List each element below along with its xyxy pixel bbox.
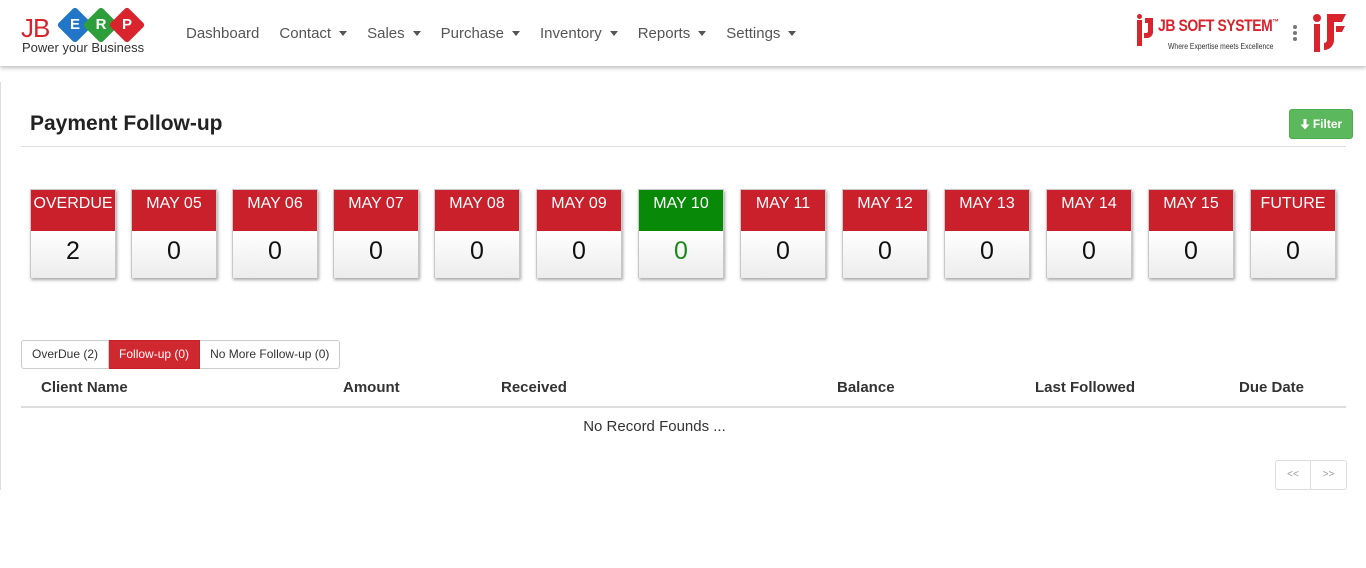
date-card-may-06[interactable]: MAY 06 0 [232, 189, 318, 278]
nav-label: Reports [637, 24, 691, 42]
card-label: MAY 15 [1149, 190, 1233, 231]
filter-label: Filter [1312, 117, 1343, 131]
card-label: FUTURE [1251, 190, 1335, 231]
nav-label: Sales [367, 24, 405, 42]
caret-down-icon [788, 30, 797, 36]
follow-up-tabs: OverDue (2) Follow-up (0) No More Follow… [21, 340, 341, 369]
card-label: MAY 14 [1047, 190, 1131, 231]
kebab-vertical-icon[interactable] [1291, 24, 1299, 44]
date-card-future[interactable]: FUTURE 0 [1250, 189, 1336, 278]
column-last-followed[interactable]: Last Followed [1035, 379, 1135, 396]
nav-settings[interactable]: Settings [726, 24, 797, 42]
company-logo: JB SOFT SYSTEM™ Where Expertise meets Ex… [1136, 12, 1279, 54]
title-divider [21, 146, 1346, 147]
caret-down-icon [412, 30, 421, 36]
pagination: << >> [1275, 460, 1347, 490]
card-count: 0 [1047, 231, 1131, 278]
card-count: 0 [945, 231, 1029, 278]
card-count: 0 [1149, 231, 1233, 278]
top-navbar: JB E R P Power your Business Dashboard C… [0, 0, 1366, 66]
card-count: 0 [132, 231, 216, 278]
date-card-may-09[interactable]: MAY 09 0 [536, 189, 622, 278]
next-page-button[interactable]: >> [1311, 460, 1347, 490]
content-border [0, 82, 1, 490]
caret-down-icon [512, 30, 520, 36]
card-count: 0 [639, 231, 723, 278]
date-card-may-08[interactable]: MAY 08 0 [434, 189, 520, 278]
date-card-may-07[interactable]: MAY 07 0 [333, 189, 419, 278]
nav-inventory[interactable]: Inventory [540, 25, 618, 42]
card-count: 0 [334, 231, 418, 278]
card-label: MAY 09 [537, 190, 621, 231]
column-received[interactable]: Received [501, 379, 567, 396]
card-count: 0 [1251, 231, 1335, 278]
arrow-down-icon [1300, 118, 1310, 129]
card-count: 0 [537, 231, 621, 278]
card-count: 0 [741, 231, 825, 278]
card-count: 0 [435, 231, 519, 278]
card-label: MAY 05 [132, 190, 216, 231]
card-label: MAY 12 [843, 190, 927, 231]
tab-overdue[interactable]: OverDue (2) [21, 340, 110, 369]
card-count: 2 [31, 231, 115, 278]
company-tagline: Where Expertise meets Excellence [1168, 42, 1274, 51]
tab-follow-up[interactable]: Follow-up (0) [109, 340, 201, 369]
caret-down-icon [698, 30, 707, 36]
card-label: MAY 13 [945, 190, 1029, 231]
card-label: OVERDUE [31, 190, 115, 231]
date-card-overdue[interactable]: OVERDUE 2 [30, 189, 116, 278]
user-avatar-logo[interactable] [1311, 12, 1349, 54]
company-name: JB SOFT SYSTEM™ [1158, 16, 1279, 35]
date-card-may-10[interactable]: MAY 10 0 [638, 189, 724, 278]
card-label: MAY 11 [741, 190, 825, 231]
column-amount[interactable]: Amount [343, 379, 400, 396]
brand-tagline: Power your Business [22, 40, 145, 55]
card-count: 0 [843, 231, 927, 278]
nav-label: Contact [279, 24, 332, 42]
nav-label: Dashboard [186, 24, 260, 42]
nav-label: Inventory [540, 24, 602, 42]
column-client-name[interactable]: Client Name [41, 379, 128, 396]
card-label: MAY 10 [639, 190, 723, 231]
nav-label: Purchase [440, 24, 504, 42]
nav-contact[interactable]: Contact [279, 24, 348, 42]
page-title: Payment Follow-up [30, 112, 223, 135]
caret-down-icon [609, 30, 618, 36]
date-card-may-05[interactable]: MAY 05 0 [131, 189, 217, 278]
nav-sales[interactable]: Sales [367, 25, 421, 42]
brand-logo[interactable]: JB E R P Power your Business [21, 6, 161, 57]
empty-table-message: No Record Founds ... [583, 418, 726, 435]
date-card-may-11[interactable]: MAY 11 0 [740, 189, 826, 278]
tab-no-more-follow-up[interactable]: No More Follow-up (0) [200, 340, 341, 369]
company-mark-icon [1137, 14, 1153, 46]
prev-page-button[interactable]: << [1275, 460, 1311, 490]
card-label: MAY 08 [435, 190, 519, 231]
brand-gem-p: P [108, 6, 146, 44]
table-header-divider [21, 406, 1346, 408]
column-due-date[interactable]: Due Date [1239, 379, 1304, 396]
card-label: MAY 07 [334, 190, 418, 231]
nav-dashboard[interactable]: Dashboard [186, 25, 259, 42]
date-card-may-14[interactable]: MAY 14 0 [1046, 189, 1132, 278]
nav-purchase[interactable]: Purchase [441, 25, 520, 42]
caret-down-icon [339, 30, 348, 36]
main-menu: Dashboard Contact Sales Purchase Invento… [186, 0, 816, 66]
date-card-may-15[interactable]: MAY 15 0 [1148, 189, 1234, 278]
card-count: 0 [233, 231, 317, 278]
date-card-may-12[interactable]: MAY 12 0 [842, 189, 928, 278]
card-label: MAY 06 [233, 190, 317, 231]
date-card-may-13[interactable]: MAY 13 0 [944, 189, 1030, 278]
filter-button[interactable]: Filter [1289, 109, 1353, 139]
nav-reports[interactable]: Reports [638, 25, 707, 42]
nav-label: Settings [726, 24, 781, 42]
column-balance[interactable]: Balance [837, 379, 895, 396]
